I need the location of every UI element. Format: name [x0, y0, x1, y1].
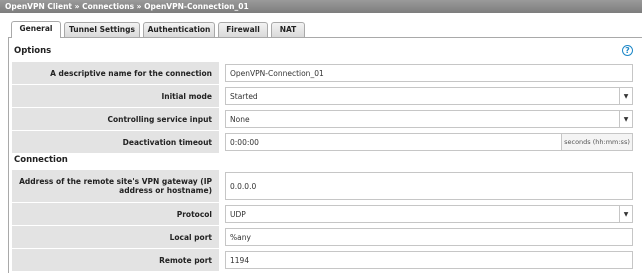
breadcrumb: OpenVPN Client » Connections » OpenVPN-C…: [0, 0, 642, 13]
help-icon[interactable]: ?: [622, 45, 633, 56]
local-port-label: Local port: [12, 226, 219, 248]
section-options-title: Options: [14, 46, 52, 56]
protocol-select[interactable]: UDP ▼: [225, 205, 633, 223]
section-connection-title: Connection: [14, 155, 68, 165]
deactivation-timeout-input[interactable]: 0:00:00: [225, 133, 562, 151]
initial-mode-label: Initial mode: [12, 85, 219, 107]
tab-nat[interactable]: NAT: [271, 22, 305, 37]
remote-address-label: Address of the remote site's VPN gateway…: [12, 170, 219, 202]
row-initial-mode: Initial mode Started ▼: [12, 85, 633, 107]
row-remote-port: Remote port 1194: [12, 249, 633, 271]
connection-name-label: A descriptive name for the connection: [12, 62, 219, 84]
tab-bar: General Tunnel Settings Authentication F…: [0, 13, 642, 38]
row-deactivation-timeout: Deactivation timeout 0:00:00 seconds (hh…: [12, 131, 633, 153]
remote-address-input[interactable]: 0.0.0.0: [225, 172, 633, 200]
row-protocol: Protocol UDP ▼: [12, 203, 633, 225]
local-port-input[interactable]: %any: [225, 228, 633, 246]
tab-tunnel-settings[interactable]: Tunnel Settings: [64, 22, 140, 37]
row-local-port: Local port %any: [12, 226, 633, 248]
chevron-down-icon[interactable]: ▼: [619, 111, 632, 127]
chevron-down-icon[interactable]: ▼: [619, 206, 632, 222]
protocol-label: Protocol: [12, 203, 219, 225]
connection-name-input[interactable]: OpenVPN-Connection_01: [225, 64, 633, 82]
protocol-value: UDP: [230, 209, 246, 219]
initial-mode-value: Started: [230, 91, 258, 101]
controlling-input-label: Controlling service input: [12, 108, 219, 130]
tab-firewall[interactable]: Firewall: [218, 22, 268, 37]
remote-port-label: Remote port: [12, 249, 219, 271]
remote-port-input[interactable]: 1194: [225, 251, 633, 269]
row-remote-address: Address of the remote site's VPN gateway…: [12, 170, 633, 202]
initial-mode-select[interactable]: Started ▼: [225, 87, 633, 105]
row-controlling-input: Controlling service input None ▼: [12, 108, 633, 130]
tab-authentication[interactable]: Authentication: [143, 22, 215, 37]
row-connection-name: A descriptive name for the connection Op…: [12, 62, 633, 84]
deactivation-timeout-label: Deactivation timeout: [12, 131, 219, 153]
controlling-input-select[interactable]: None ▼: [225, 110, 633, 128]
chevron-down-icon[interactable]: ▼: [619, 88, 632, 104]
deactivation-timeout-unit: seconds (hh:mm:ss): [562, 133, 633, 151]
controlling-input-value: None: [230, 114, 250, 124]
tab-general[interactable]: General: [11, 21, 61, 38]
